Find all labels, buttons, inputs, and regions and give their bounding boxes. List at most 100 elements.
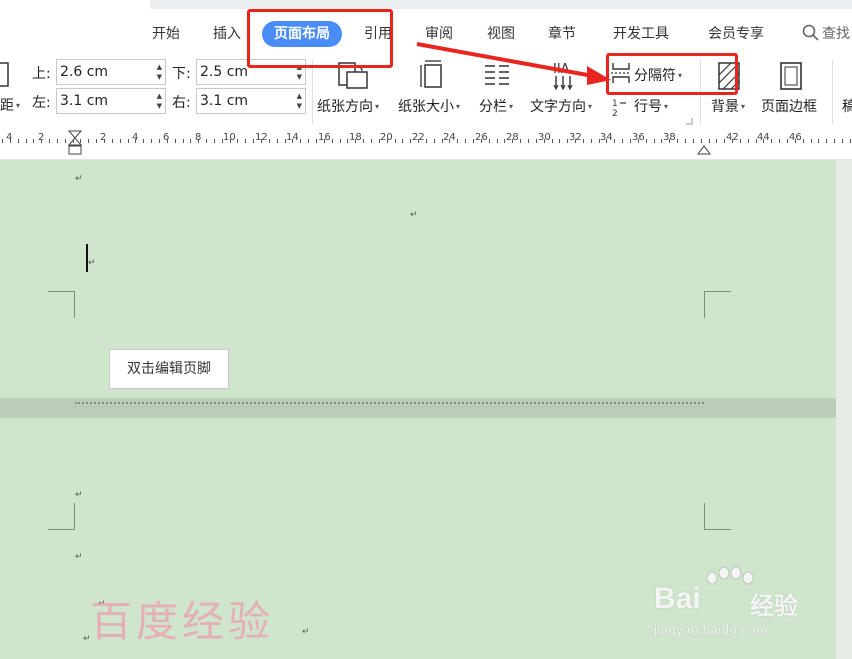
ruler-tick [504,139,505,143]
ruler-tick [748,139,749,143]
ruler-tick [834,139,835,143]
ruler-tick [654,139,655,143]
svg-text:1: 1 [612,99,618,109]
highlight-box-breaks [606,53,738,95]
margins-icon[interactable] [0,62,10,88]
tab-insert[interactable]: 插入 [213,21,241,47]
ruler-tick [701,139,702,143]
paragraph-mark: ↵ [88,258,96,268]
search-button[interactable]: 查找 [802,21,850,47]
ruler-number: 12 [255,132,268,143]
ruler-tick [661,139,662,143]
ruler-number: 42 [726,132,739,143]
ruler-tick [308,139,309,143]
ruler-tick [677,139,678,143]
ruler-tick [269,139,270,143]
margin-top-input[interactable]: 2.6 cm ▲ ▼ [56,59,166,85]
ruler-tick [497,139,498,143]
ruler-tick [779,139,780,143]
ruler-tick [826,139,827,143]
ruler-tick [190,139,191,143]
ruler-tick [724,139,725,143]
margin-right-stepper[interactable]: ▲ ▼ [297,91,302,111]
ruler-tick [395,139,396,143]
tab-developer[interactable]: 开发工具 [613,21,669,47]
paragraph-mark: ↵ [75,490,83,500]
edit-footer-button[interactable]: 双击编辑页脚 [109,349,229,389]
ruler-tick [410,139,411,143]
ruler-number: 8 [195,132,202,143]
manuscript-button-label[interactable]: 稿 [842,96,852,116]
margin-corner-mark [704,291,731,318]
ruler-tick [811,139,812,143]
paw-icon [706,566,754,585]
title-strip [0,0,852,12]
margin-corner-mark [48,291,75,318]
wps-writer-window: 开始 插入 页面布局 引用 审阅 视图 章节 开发工具 会员专享 查找 距 ▾ 上… [0,0,852,659]
baidu-watermark: Bai 经验 jingyan.baidu.com [654,566,824,646]
ruler-tick [340,139,341,143]
tab-home[interactable]: 开始 [152,21,180,47]
page-border-label: 页面边框 [761,99,817,115]
background-label: 背景 [711,99,739,115]
ruler-tick [73,139,74,143]
ruler-tick [120,139,121,143]
ruler-tick [18,139,19,143]
ruler-tick [57,139,58,143]
orientation-label: 纸张方向 [317,99,373,115]
ruler-number: 24 [443,132,456,143]
ruler-tick [850,139,851,143]
ruler-number: 6 [163,132,170,143]
ruler-tick [33,139,34,143]
ruler-number: 44 [757,132,770,143]
tab-member[interactable]: 会员专享 [708,21,764,47]
ruler-number: 2 [38,132,45,143]
margin-left-input[interactable]: 3.1 cm ▲ ▼ [56,88,166,114]
ruler-tick [536,139,537,143]
horizontal-ruler[interactable]: 4 2 2 4 6 8 10 12 14 16 18 20 22 24 26 28 30 32 34 36 38 42 44… [0,130,852,160]
line-numbers-icon: 1 2 [612,99,626,117]
ruler-tick [65,139,66,143]
paragraph-mark: ↵ [410,210,418,220]
ruler-tick [622,139,623,143]
line-numbers-label: 行号 [634,99,662,115]
ruler-number: 36 [632,132,645,143]
ruler-number: 18 [349,132,362,143]
page-gap [0,398,836,418]
ruler-tick [709,139,710,143]
paragraph-mark: ↵ [75,552,83,562]
ruler-tick [26,139,27,143]
page-1[interactable]: ↵ ↵ ↵ 双击编辑页脚 [0,160,836,398]
ruler-number: 10 [223,132,236,143]
ruler-number: 22 [412,132,425,143]
ruler-tick [465,139,466,143]
ruler-tick [552,139,553,143]
red-arrow [416,42,611,85]
margins-button-label[interactable]: 距 ▾ [0,95,20,115]
ruler-tick [151,139,152,143]
dialog-launcher-icon[interactable] [686,118,693,125]
margin-right-input[interactable]: 3.1 cm ▲ ▼ [196,88,306,114]
page-border-icon [780,62,802,90]
ruler-number: 16 [318,132,331,143]
ruler-tick [143,139,144,143]
ruler-tick [402,139,403,143]
margin-left-label: 左: [32,95,51,111]
ruler-tick [567,139,568,143]
ruler-tick [159,139,160,143]
ruler-tick [112,139,113,143]
ruler-tick [520,139,521,143]
margin-bottom-label: 下: [172,66,191,82]
ruler-tick [253,139,254,143]
watermark-url: jingyan.baidu.com [654,622,768,637]
ruler-tick [316,139,317,143]
paragraph-mark: ↵ [75,174,83,184]
margin-left-stepper[interactable]: ▲ ▼ [157,91,162,111]
paper-size-label: 纸张大小 [398,99,454,115]
ruler-tick [277,139,278,143]
scroll-gutter [836,160,852,659]
margin-top-stepper[interactable]: ▲ ▼ [157,62,162,82]
indent-marker-icon[interactable] [68,130,82,156]
ruler-tick [591,139,592,143]
ruler-number: 4 [132,132,139,143]
